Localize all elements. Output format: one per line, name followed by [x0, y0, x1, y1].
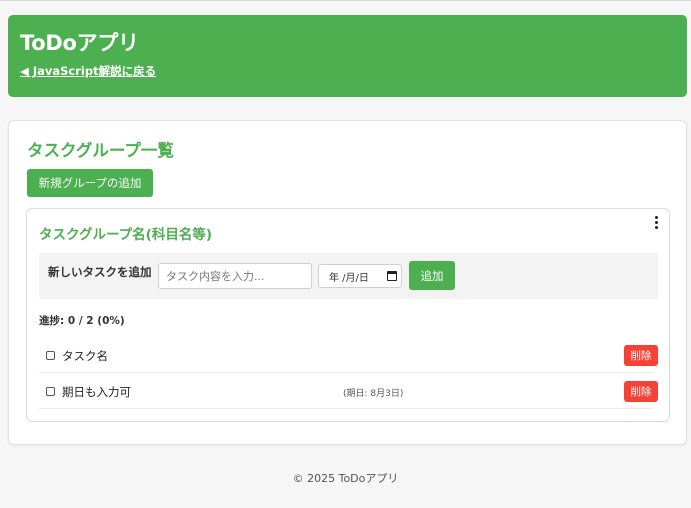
task-checkbox[interactable] — [46, 387, 55, 396]
progress-text: 進捗: 0 / 2 (0%) — [39, 315, 125, 327]
task-checkbox[interactable] — [46, 351, 55, 360]
date-placeholder: 年 /月/日 — [329, 272, 369, 284]
add-group-button[interactable]: 新規グループの追加 — [27, 169, 153, 197]
add-task-button[interactable]: 追加 — [409, 261, 455, 290]
app-title: ToDoアプリ — [20, 31, 139, 55]
back-link[interactable]: ◀ JavaScript解説に戻る — [20, 63, 156, 79]
task-input[interactable] — [158, 263, 312, 289]
app-header: ToDoアプリ ◀ JavaScript解説に戻る — [8, 15, 687, 97]
due-date-input[interactable]: 年 /月/日 — [318, 264, 402, 288]
task-row: タスク名 削除 — [39, 339, 658, 373]
group-title: タスクグループ名(科目名等) — [39, 227, 212, 243]
task-due-date: (期日: 8月3日) — [343, 389, 404, 399]
kebab-icon[interactable] — [651, 215, 661, 231]
delete-task-button[interactable]: 削除 — [624, 381, 658, 402]
task-group-card: タスクグループ名(科目名等) 新しいタスクを追加 年 /月/日 追加 進捗: 0… — [26, 208, 670, 422]
task-name: タスク名 — [62, 349, 108, 363]
task-name: 期日も入力可 — [62, 385, 131, 399]
footer: © 2025 ToDoアプリ — [292, 472, 399, 485]
add-task-label: 新しいタスクを追加 — [48, 265, 152, 279]
task-row: 期日も入力可 (期日: 8月3日) 削除 — [39, 375, 658, 409]
calendar-icon[interactable] — [387, 271, 397, 281]
add-task-form: 新しいタスクを追加 年 /月/日 追加 — [39, 253, 658, 299]
panel-title: タスクグループ一覧 — [27, 141, 174, 160]
delete-task-button[interactable]: 削除 — [624, 345, 658, 366]
task-groups-panel: タスクグループ一覧 新規グループの追加 タスクグループ名(科目名等) 新しいタス… — [8, 120, 687, 445]
